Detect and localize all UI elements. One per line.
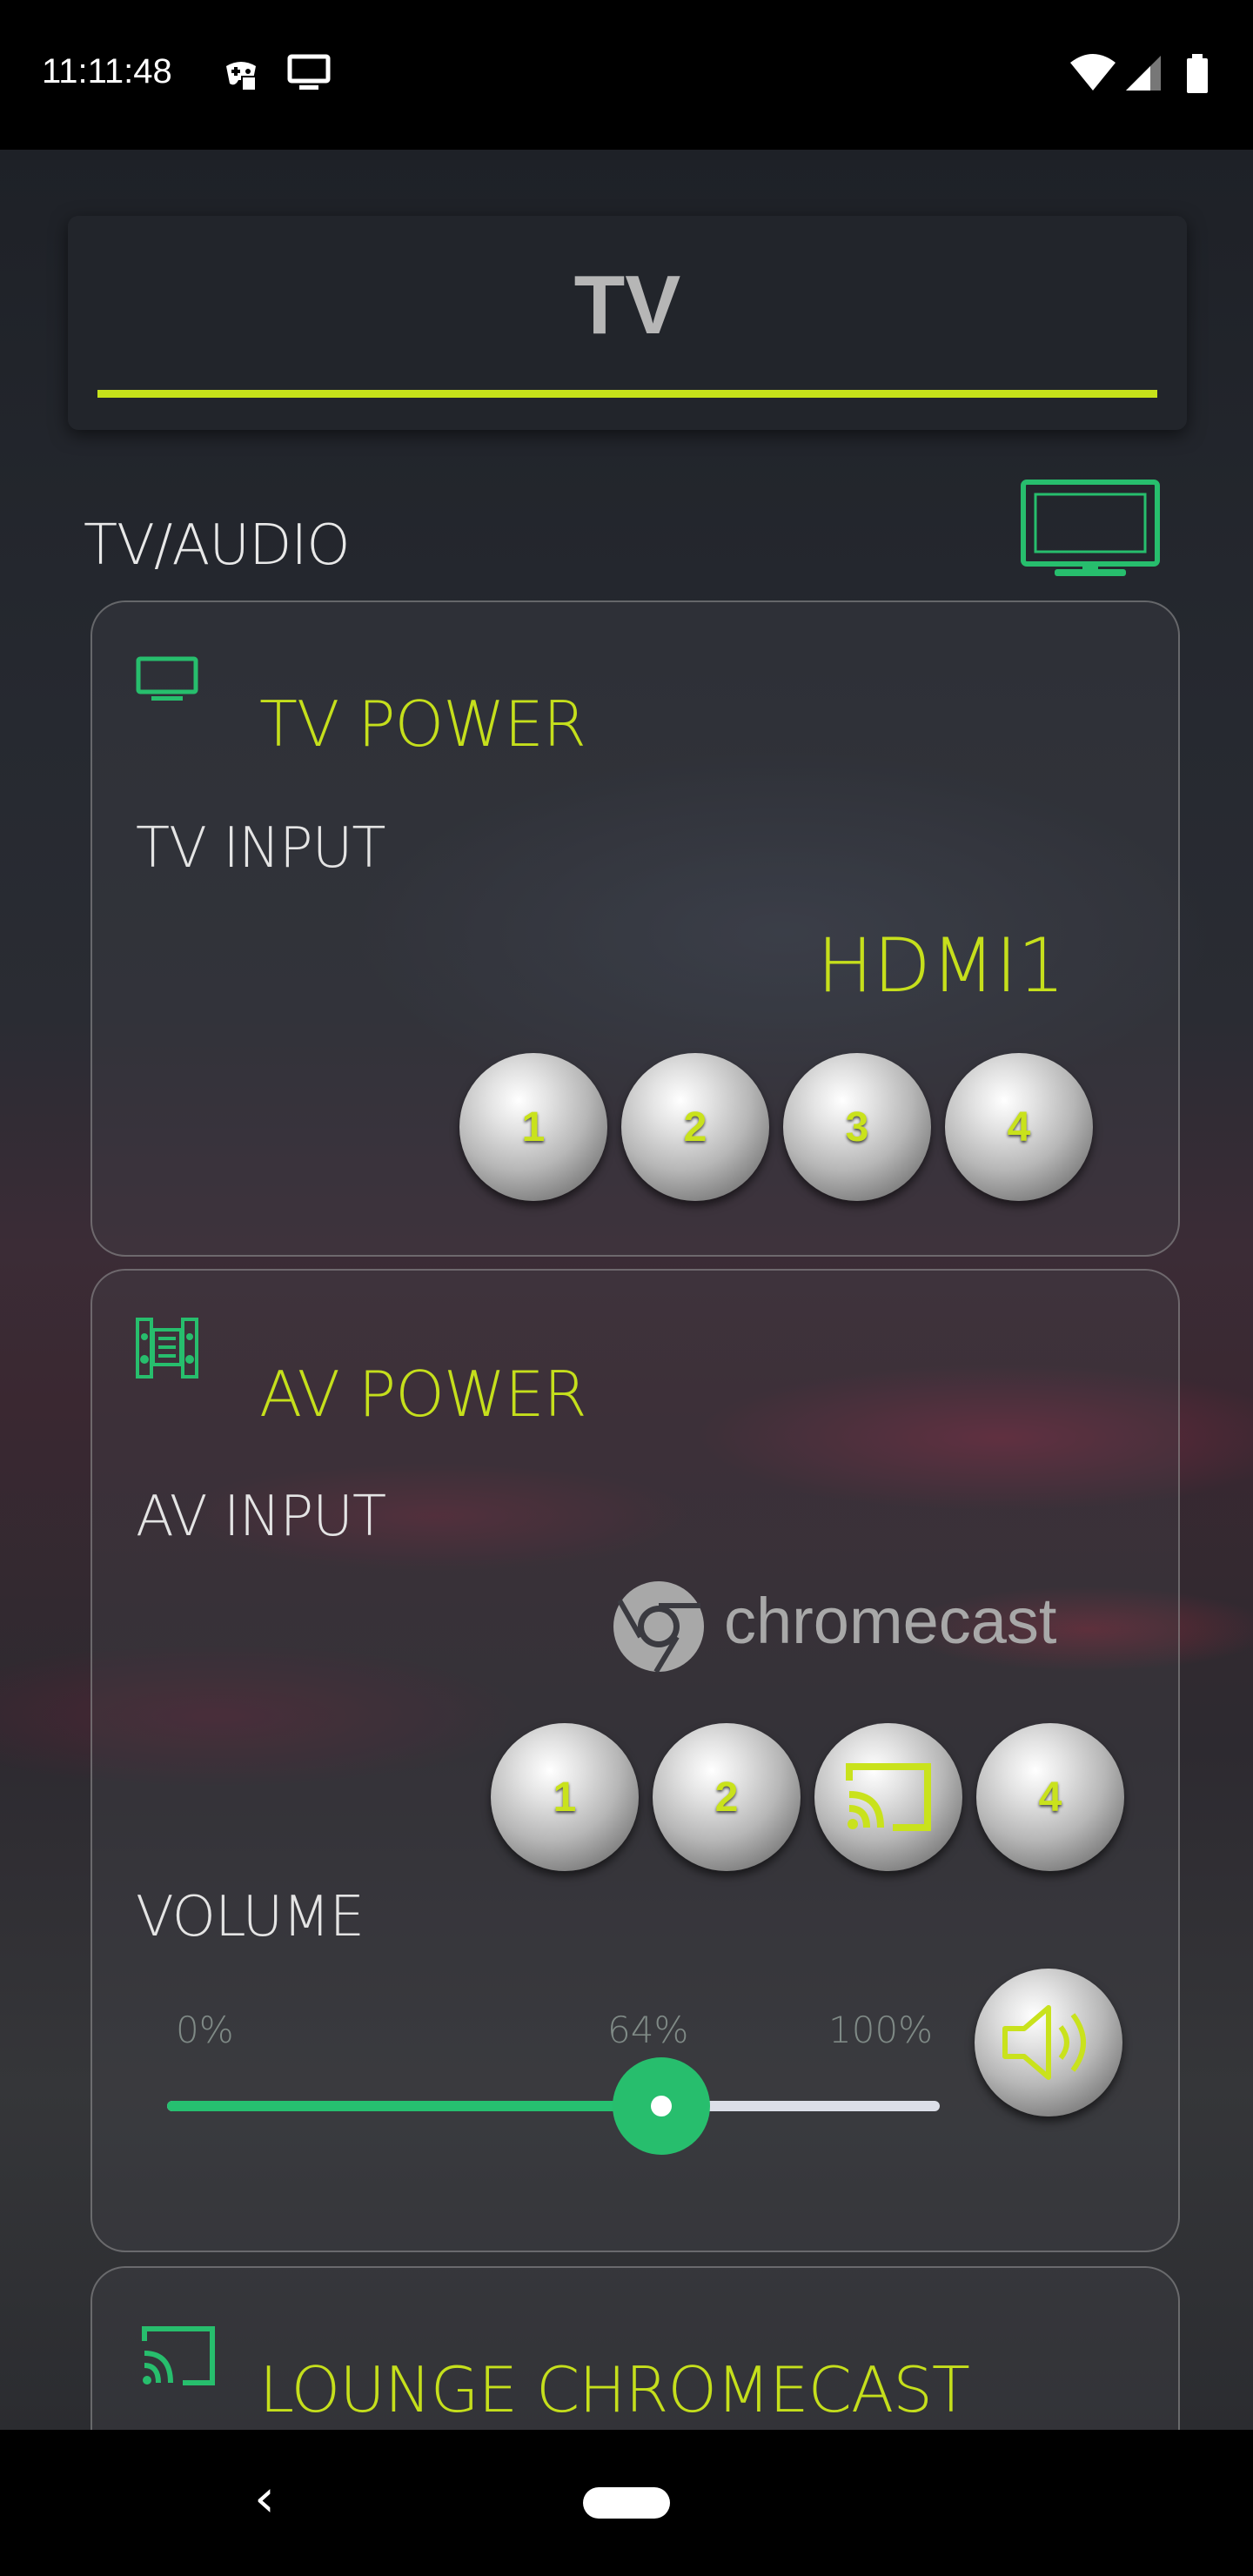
volume-min-label: 0% bbox=[176, 2009, 234, 2051]
av-input-button-cast[interactable] bbox=[814, 1723, 962, 1871]
tv-input-button-3[interactable]: 3 bbox=[783, 1053, 931, 1201]
av-input-button-2[interactable]: 2 bbox=[653, 1723, 801, 1871]
back-icon[interactable]: ‹ bbox=[254, 2468, 275, 2529]
speaker-system-icon[interactable] bbox=[136, 1318, 198, 1383]
volume-label: VOLUME bbox=[136, 1885, 365, 1949]
chromecast-card-title[interactable]: LOUNGE CHROMECAST bbox=[259, 2353, 970, 2426]
home-pill-button[interactable] bbox=[583, 2487, 670, 2519]
tv-icon[interactable] bbox=[1020, 479, 1161, 586]
battery-icon bbox=[1185, 54, 1209, 98]
av-input-label: AV INPUT bbox=[136, 1485, 386, 1549]
tv-power-label[interactable]: TV POWER bbox=[259, 688, 586, 761]
tv-power-icon[interactable] bbox=[136, 656, 198, 708]
speaker-volume-icon bbox=[1002, 2005, 1086, 2080]
av-input-button-4[interactable]: 4 bbox=[976, 1723, 1124, 1871]
tv-input-label: TV INPUT bbox=[136, 816, 385, 881]
cell-signal-icon bbox=[1124, 54, 1163, 97]
mute-button[interactable] bbox=[975, 1969, 1122, 2116]
tv-input-button-2[interactable]: 2 bbox=[621, 1053, 769, 1201]
chromecast-cast-icon[interactable] bbox=[139, 2324, 218, 2392]
status-time: 11:11:48 bbox=[42, 52, 172, 91]
cast-icon bbox=[846, 1763, 931, 1831]
header-card: TV bbox=[68, 216, 1187, 430]
av-power-label[interactable]: AV POWER bbox=[259, 1358, 587, 1431]
tv-input-value: HDMI1 bbox=[816, 922, 1065, 1010]
volume-max-label: 100% bbox=[828, 2009, 934, 2051]
page-title: TV bbox=[573, 258, 681, 352]
volume-slider[interactable] bbox=[167, 2057, 940, 2155]
tv-input-button-1[interactable]: 1 bbox=[459, 1053, 607, 1201]
navigation-bar: ‹ bbox=[0, 2430, 1253, 2576]
av-input-button-1[interactable]: 1 bbox=[491, 1723, 639, 1871]
section-label: TV/AUDIO bbox=[84, 513, 351, 578]
cast-display-icon bbox=[287, 54, 331, 97]
tv-input-button-4[interactable]: 4 bbox=[945, 1053, 1093, 1201]
volume-slider-fill bbox=[167, 2101, 661, 2111]
wifi-icon bbox=[1069, 54, 1117, 97]
volume-current-label: 64% bbox=[607, 2009, 689, 2051]
game-controller-icon bbox=[221, 54, 261, 98]
volume-slider-thumb[interactable] bbox=[613, 2057, 710, 2155]
chromecast-logo-icon bbox=[611, 1579, 707, 1679]
av-input-value: chromecast bbox=[724, 1585, 1057, 1657]
status-bar: 11:11:48 bbox=[0, 0, 1253, 150]
title-underline bbox=[97, 390, 1157, 398]
